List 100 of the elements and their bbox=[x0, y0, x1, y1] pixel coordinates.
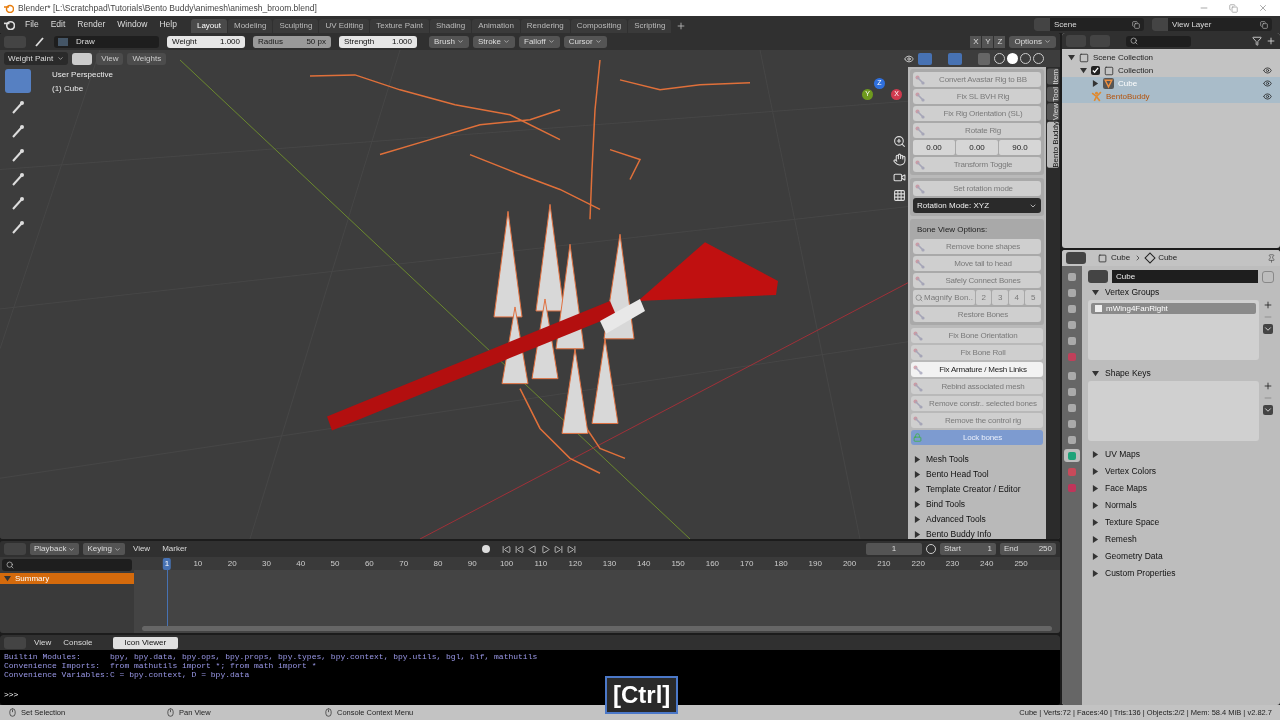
header-menu[interactable]: View bbox=[128, 543, 155, 555]
panel-header[interactable]: Texture Space bbox=[1088, 515, 1274, 530]
header-menu[interactable]: Marker bbox=[158, 543, 192, 555]
sidebar-tab[interactable]: Tool bbox=[1047, 86, 1059, 102]
panel-header[interactable]: Face Maps bbox=[1088, 481, 1274, 496]
workspace-tab[interactable]: Rendering bbox=[520, 19, 570, 33]
workspace-tab[interactable]: Texture Paint bbox=[370, 19, 429, 33]
menu-item[interactable]: Help bbox=[153, 18, 183, 31]
search-field[interactable] bbox=[2, 559, 132, 571]
expand-arrow-icon[interactable] bbox=[1092, 502, 1099, 509]
panel-header[interactable]: Remesh bbox=[1088, 532, 1274, 547]
panel-header[interactable]: UV Maps bbox=[1088, 447, 1274, 462]
number-field[interactable]: 90.0 bbox=[999, 140, 1041, 155]
expand-arrow-icon[interactable] bbox=[1092, 451, 1099, 458]
icon-viewer-tab[interactable]: Icon Viewer bbox=[112, 636, 179, 649]
collapse-arrow-icon[interactable] bbox=[1092, 289, 1099, 296]
expand-arrow-icon[interactable] bbox=[914, 456, 921, 463]
add-icon[interactable] bbox=[1263, 300, 1273, 310]
jump-end-icon[interactable] bbox=[566, 544, 576, 554]
brush-tool-icon[interactable] bbox=[10, 196, 26, 212]
eye-icon[interactable] bbox=[1263, 79, 1272, 88]
summary-channel[interactable]: Summary bbox=[0, 573, 134, 584]
filter-icon[interactable] bbox=[1252, 36, 1262, 46]
options-menu[interactable]: Options bbox=[1009, 35, 1056, 48]
frame-range-field[interactable]: Start 1 bbox=[940, 543, 996, 555]
expand-arrow-icon[interactable] bbox=[914, 501, 921, 508]
expand-arrow-icon[interactable] bbox=[914, 486, 921, 493]
panel-header[interactable]: Bento Buddy Info bbox=[910, 527, 1044, 539]
brush-tool-icon[interactable] bbox=[10, 172, 26, 188]
next-keyframe-icon[interactable] bbox=[553, 544, 563, 554]
add-icon[interactable] bbox=[1263, 381, 1273, 391]
collapse-arrow-icon[interactable] bbox=[1080, 67, 1087, 74]
previous-keyframe-icon[interactable] bbox=[514, 544, 524, 554]
collapse-arrow-icon[interactable] bbox=[4, 575, 11, 582]
camera-icon[interactable] bbox=[893, 171, 906, 184]
expand-arrow-icon[interactable] bbox=[1092, 536, 1099, 543]
expand-arrow-icon[interactable] bbox=[914, 531, 921, 538]
slider-field[interactable]: Strength 1.000 bbox=[339, 35, 417, 48]
menu-item[interactable]: Window bbox=[111, 18, 154, 31]
search-field[interactable] bbox=[1126, 35, 1191, 47]
axis-toggle[interactable]: X bbox=[970, 35, 982, 48]
dropdown-menu[interactable]: Playback bbox=[30, 543, 80, 555]
brush-selector[interactable]: Draw bbox=[54, 35, 159, 48]
menu-icon[interactable] bbox=[1263, 405, 1273, 415]
brush-icon[interactable] bbox=[34, 35, 46, 48]
header-menu[interactable]: View bbox=[30, 636, 56, 649]
current-frame-field[interactable]: 1 bbox=[866, 543, 922, 555]
shading-mode-icon[interactable] bbox=[1007, 53, 1018, 64]
panel-header[interactable]: Template Creator / Editor bbox=[910, 482, 1044, 497]
brush-tool-icon[interactable] bbox=[10, 148, 26, 164]
expand-arrow-icon[interactable] bbox=[1092, 553, 1099, 560]
sidebar-tab[interactable]: Item bbox=[1047, 69, 1059, 85]
brush-tool-icon[interactable] bbox=[10, 100, 26, 116]
brush-tool-icon[interactable] bbox=[10, 124, 26, 140]
checkbox[interactable] bbox=[1091, 66, 1100, 75]
sidebar-tab[interactable]: Bento Buddy bbox=[1047, 122, 1059, 169]
panel-button[interactable]: Fix Armature / Mesh Links bbox=[911, 362, 1043, 377]
axis-toggle[interactable]: Z bbox=[994, 35, 1006, 48]
panel-header[interactable]: Custom Properties bbox=[1088, 566, 1274, 581]
play-icon[interactable] bbox=[540, 544, 550, 554]
workspace-tab[interactable]: Shading bbox=[429, 19, 472, 33]
number-field[interactable]: 0.00 bbox=[956, 140, 998, 155]
expand-arrow-icon[interactable] bbox=[1092, 80, 1099, 87]
workspace-tab[interactable]: UV Editing bbox=[319, 19, 370, 33]
pin-icon[interactable] bbox=[1267, 253, 1276, 263]
rotation-mode-dropdown[interactable]: Rotation Mode: XYZ bbox=[913, 198, 1041, 213]
outliner-row[interactable]: Scene Collection bbox=[1062, 51, 1280, 64]
panel-header[interactable]: Bento Head Tool bbox=[910, 467, 1044, 482]
slider-field[interactable]: Radius 50 px bbox=[253, 35, 331, 48]
new-collection-icon[interactable] bbox=[1266, 36, 1276, 46]
expand-arrow-icon[interactable] bbox=[914, 471, 921, 478]
expand-arrow-icon[interactable] bbox=[1092, 519, 1099, 526]
dropdown-menu[interactable]: Falloff bbox=[519, 35, 560, 48]
panel-header[interactable]: Vertex Colors bbox=[1088, 464, 1274, 479]
play-reverse-icon[interactable] bbox=[527, 544, 537, 554]
panel-header[interactable]: Mesh Tools bbox=[910, 452, 1044, 467]
jump-start-icon[interactable] bbox=[501, 544, 511, 554]
visibility-icon[interactable] bbox=[904, 53, 914, 64]
scene-selector[interactable]: Scene bbox=[1034, 18, 1144, 31]
outliner-row[interactable]: Collection bbox=[1062, 64, 1280, 77]
slider-field[interactable]: Weight 1.000 bbox=[167, 35, 245, 48]
zoom-icon[interactable] bbox=[893, 135, 906, 148]
sidebar-tab[interactable]: View bbox=[1047, 103, 1059, 121]
view-layer-selector[interactable]: View Layer bbox=[1152, 18, 1272, 31]
expand-arrow-icon[interactable] bbox=[914, 516, 921, 523]
workspace-tab[interactable]: Sculpting bbox=[273, 19, 319, 33]
panel-header[interactable]: Vertex Groups bbox=[1088, 285, 1274, 300]
panel-header[interactable]: Shape Keys bbox=[1088, 366, 1274, 381]
axis-toggle[interactable]: Y bbox=[982, 35, 994, 48]
menu-item[interactable]: Edit bbox=[44, 18, 72, 31]
panel-header[interactable]: Normals bbox=[1088, 498, 1274, 513]
breadcrumb-item[interactable]: Cube bbox=[1111, 252, 1131, 264]
expand-arrow-icon[interactable] bbox=[1092, 485, 1099, 492]
panel-header[interactable]: Geometry Data bbox=[1088, 549, 1274, 564]
eye-icon[interactable] bbox=[1263, 66, 1272, 75]
workspace-tab[interactable]: Animation bbox=[472, 19, 520, 33]
frame-range-field[interactable]: End 250 bbox=[1000, 543, 1056, 555]
dropdown-menu[interactable]: Keying bbox=[83, 543, 125, 555]
collapse-arrow-icon[interactable] bbox=[1092, 370, 1099, 377]
dropdown-menu[interactable]: Cursor bbox=[563, 35, 607, 48]
